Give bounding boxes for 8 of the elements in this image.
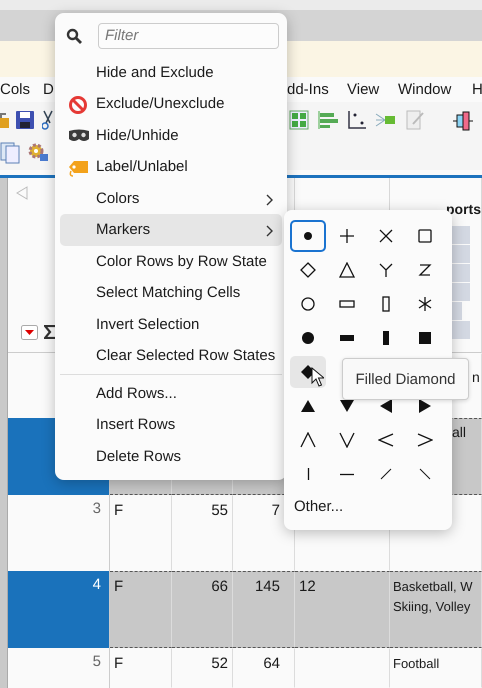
table-cell: Basketball, W Skiing, Volley — [390, 570, 482, 648]
table-cell-text: all — [452, 422, 466, 442]
table-cell-text: n — [472, 368, 480, 387]
tooltip: Filled Diamond — [342, 358, 469, 400]
table-cell: 66 — [172, 570, 233, 648]
table-cell: 12 — [295, 570, 390, 648]
table-cell: F — [110, 570, 172, 648]
table-cell: 145 — [233, 570, 295, 648]
